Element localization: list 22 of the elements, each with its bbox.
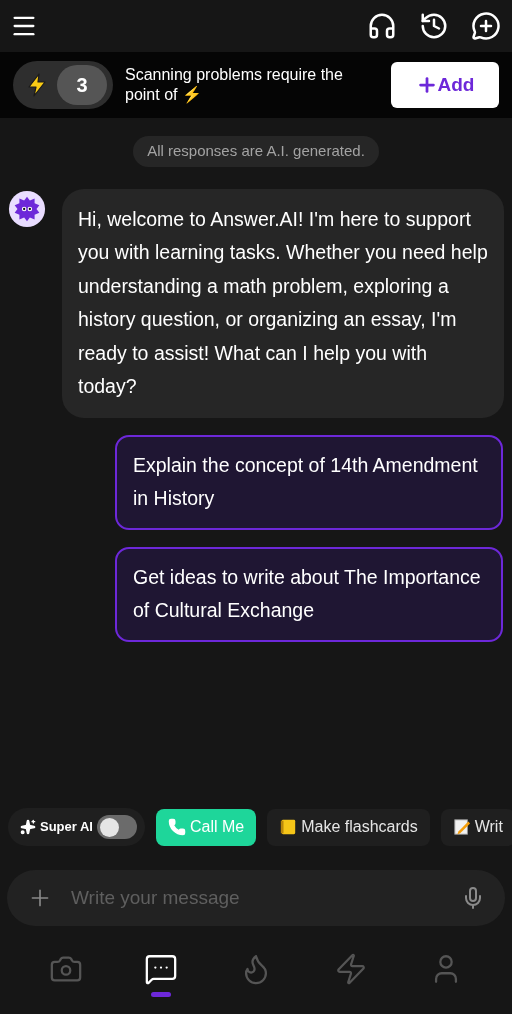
suggested-prompt[interactable]: Explain the concept of 14th Amendment in History: [115, 434, 503, 530]
disclaimer-badge: All responses are A.I. generated.: [133, 136, 379, 167]
sparkle-icon: [20, 819, 36, 835]
headphones-icon[interactable]: [367, 11, 397, 41]
points-count: 3: [57, 65, 107, 105]
add-button[interactable]: Add: [391, 62, 499, 108]
super-ai-toggle[interactable]: [97, 815, 137, 839]
message-text-input[interactable]: Write your message: [71, 883, 443, 913]
notebook-icon: [279, 818, 298, 836]
message-input[interactable]: Write your message: [7, 870, 505, 926]
new-chat-icon[interactable]: [471, 11, 501, 41]
prompt-chip[interactable]: Writ: [440, 808, 512, 846]
chat-icon: [143, 952, 178, 986]
chip-label: Super AI: [40, 818, 93, 837]
memo-pencil-icon: [452, 818, 471, 836]
points-message: Scanning problems require the point of ⚡: [125, 65, 344, 105]
suggested-prompt[interactable]: Get ideas to write about The Importance of Cultural Exchange: [115, 546, 503, 642]
history-icon[interactable]: [419, 11, 449, 41]
bot-message: Hi, welcome to Answer.AI! I'm here to support you with learning tasks. Whether you need help understanding a math problem, exploring a history question, or organizing an essay, I'm ready to assist! What can I help you with today?: [62, 188, 504, 418]
phone-icon: [168, 818, 186, 836]
bot-avatar-icon: [8, 189, 46, 228]
prompt-chip[interactable]: Make flashcards: [267, 808, 430, 846]
